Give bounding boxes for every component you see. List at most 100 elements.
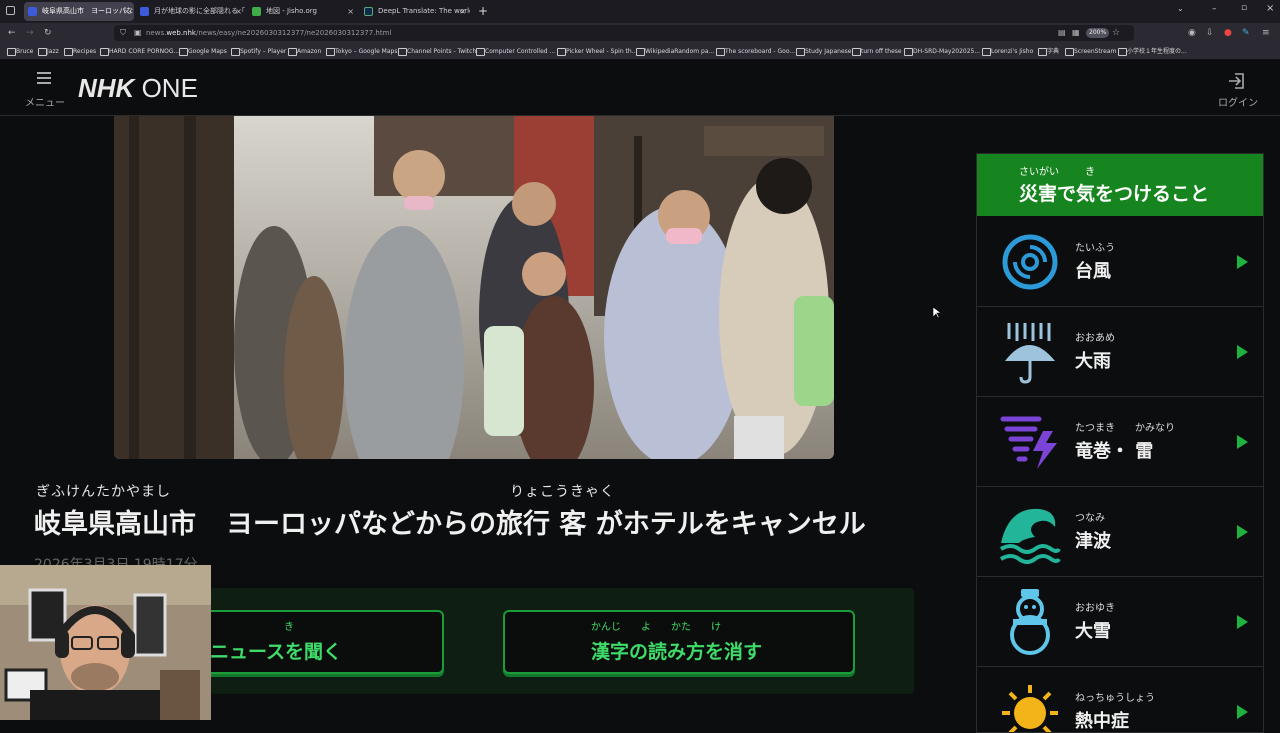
item-name: 大雪 (1075, 621, 1111, 642)
bookmark-item[interactable]: Channel Points - Twitch (397, 46, 476, 57)
account-icon[interactable]: ◉ (1188, 26, 1196, 40)
bookmark-item[interactable]: Tokyo – Google Maps (325, 46, 397, 57)
disaster-item-tsunami[interactable]: つなみ 津波 (977, 487, 1263, 577)
bookmark-item[interactable]: DH-SRD-May202025... (903, 46, 980, 57)
jisho-favicon (252, 7, 261, 16)
play-arrow-icon (1237, 615, 1248, 629)
disaster-item-heavy-snow[interactable]: おおゆき 大雪 (977, 577, 1263, 667)
tab-lunar-eclipse[interactable]: 月が地球の影に全部隠れる「皆 × (136, 2, 246, 21)
forward-icon[interactable]: → (26, 26, 34, 40)
browser-tab-bar: 岐阜県高山市 ヨーロッパなど × 月が地球の影に全部隠れる「皆 × 地図 - J… (0, 0, 1280, 23)
item-yomi: おおゆき (1075, 603, 1115, 614)
bookmark-item[interactable]: Picker Wheel - Spin th... (556, 46, 637, 57)
bookmark-item[interactable]: Computer Controlled ... (475, 46, 555, 57)
article-title: 岐阜県高山市 ヨーロッパなどからの旅行 客 がホテルをキャンセル (34, 509, 866, 540)
login-icon[interactable] (1228, 72, 1246, 90)
item-name: 大雨 (1075, 351, 1111, 372)
listen-label: ニュースを聞く (210, 641, 343, 663)
address-bar[interactable]: ⛉ ▣ news.web.nhk/news/easy/ne20260303123… (114, 25, 1134, 41)
login-label[interactable]: ログイン (1218, 94, 1258, 109)
disaster-item-heatstroke[interactable]: ねっちゅうしょう 熱中症 (977, 667, 1263, 732)
translate-icon[interactable]: ▦ (1072, 26, 1080, 40)
browser-nav-bar: ← → ↻ ⛉ ▣ news.web.nhk/news/easy/ne20260… (0, 23, 1280, 43)
new-tab-button[interactable]: + (478, 3, 488, 19)
title-ruby-gifu: ぎふけんたかやまし (36, 484, 171, 500)
play-arrow-icon (1237, 255, 1248, 269)
bookmark-item[interactable]: Recipes (63, 46, 96, 57)
furigana-ruby: かんじ よ かた け (591, 622, 721, 633)
bookmark-item[interactable]: 小学校１年生程度の... (1117, 46, 1187, 57)
furigana-label: 漢字の読み方を消す (591, 641, 763, 663)
restore-icon[interactable]: ▫ (1241, 3, 1247, 13)
back-icon[interactable]: ← (8, 26, 16, 40)
shield-icon: ⛉ (120, 28, 126, 37)
panel-ruby-saigai: さいがい (1019, 167, 1059, 178)
sun-heat-icon (1002, 685, 1058, 732)
app-menu-icon[interactable]: ≡ (1262, 26, 1270, 40)
zoom-level-badge[interactable]: 200% (1086, 28, 1110, 38)
item-name: 津波 (1075, 531, 1111, 552)
hide-furigana-button[interactable]: かんじ よ かた け 漢字の読み方を消す (503, 610, 855, 674)
play-arrow-icon (1237, 345, 1248, 359)
close-tab-icon[interactable]: × (235, 2, 242, 21)
mouse-cursor-icon (933, 307, 941, 319)
bookmark-item[interactable]: ScreenStream (1064, 46, 1116, 57)
disaster-item-heavy-rain[interactable]: おおあめ 大雨 (977, 307, 1263, 397)
window-close-icon[interactable]: × (1266, 3, 1274, 14)
item-name: 竜巻・ 雷 (1075, 441, 1154, 462)
item-yomi: つなみ (1075, 513, 1105, 524)
close-tab-icon[interactable]: × (347, 2, 354, 21)
bookmarks-bar: Bruce Jazz Recipes HARD CORE PORNOG... G… (0, 43, 1280, 60)
bookmark-item[interactable]: Google Maps (178, 46, 227, 57)
play-arrow-icon (1237, 525, 1248, 539)
tab-deepl[interactable]: DeepL Translate: The world's m × (360, 2, 470, 21)
close-tab-icon[interactable]: × (123, 2, 130, 21)
extensions-icon[interactable]: ● (1224, 26, 1232, 40)
disaster-item-tornado-thunder[interactable]: たつまき かみなり 竜巻・ 雷 (977, 397, 1263, 487)
bookmark-item[interactable]: WikipediaRandom pa... (635, 46, 714, 57)
tornado-lightning-icon (1000, 416, 1057, 469)
bookmark-item[interactable]: The scoreboard - Goo... (715, 46, 795, 57)
tsunami-icon (999, 508, 1061, 564)
webcam-overlay (0, 565, 211, 720)
bookmark-star-icon[interactable]: ☆ (1112, 26, 1120, 40)
reload-icon[interactable]: ↻ (44, 26, 52, 40)
disaster-panel-header: さいがい き 災害で気をつけること (977, 154, 1263, 216)
disaster-panel: さいがい き 災害で気をつけること たいふう 台風 おおあめ 大雨 たつまき か… (976, 153, 1264, 733)
tab-list-chevron-icon[interactable]: ⌄ (1177, 4, 1184, 13)
extension-icon[interactable]: ✎ (1242, 26, 1250, 40)
play-arrow-icon (1237, 435, 1248, 449)
item-name: 台風 (1075, 261, 1111, 282)
nhk-favicon (140, 7, 149, 16)
bookmark-item[interactable]: Spotify – Player (230, 46, 286, 57)
item-yomi: たいふう (1075, 243, 1115, 254)
bookmark-item[interactable]: Amazon (287, 46, 321, 57)
deepl-favicon (364, 7, 373, 16)
umbrella-rain-icon (1005, 323, 1055, 384)
downloads-icon[interactable]: ⇩ (1206, 26, 1214, 40)
listen-news-button[interactable]: き ニュースを聞く (180, 610, 444, 674)
bookmark-item[interactable]: Lorenzi's Jisho (981, 46, 1033, 57)
bookmark-item[interactable]: turn off these (851, 46, 902, 57)
tab-jisho[interactable]: 地図 - Jisho.org × (248, 2, 358, 21)
article-photo (114, 116, 834, 459)
reader-view-icon[interactable]: ▤ (1058, 26, 1066, 40)
tab-overview-icon[interactable] (6, 6, 15, 15)
snowman-icon (1010, 589, 1050, 655)
disaster-item-typhoon[interactable]: たいふう 台風 (977, 217, 1263, 307)
listen-ruby: き (284, 622, 294, 633)
tab-takayama[interactable]: 岐阜県高山市 ヨーロッパなど × (24, 2, 134, 21)
bookmark-item[interactable]: HARD CORE PORNOG... (99, 46, 179, 57)
bookmark-item[interactable]: Study Japanese (795, 46, 851, 57)
item-name: 熱中症 (1075, 711, 1129, 732)
bookmark-item[interactable]: 字典 (1037, 46, 1059, 57)
bookmark-item[interactable]: Bruce (6, 46, 33, 57)
menu-label[interactable]: メニュー (25, 94, 65, 109)
minimize-icon[interactable]: – (1212, 4, 1217, 14)
nhk-favicon (28, 7, 37, 16)
bookmark-item[interactable]: Jazz (37, 46, 59, 57)
site-header: メニュー NHK ONE ログイン (0, 60, 1280, 116)
close-tab-icon[interactable]: × (459, 2, 466, 21)
nhk-one-logo[interactable]: NHK ONE (78, 73, 198, 103)
hamburger-menu-icon[interactable] (37, 72, 51, 84)
